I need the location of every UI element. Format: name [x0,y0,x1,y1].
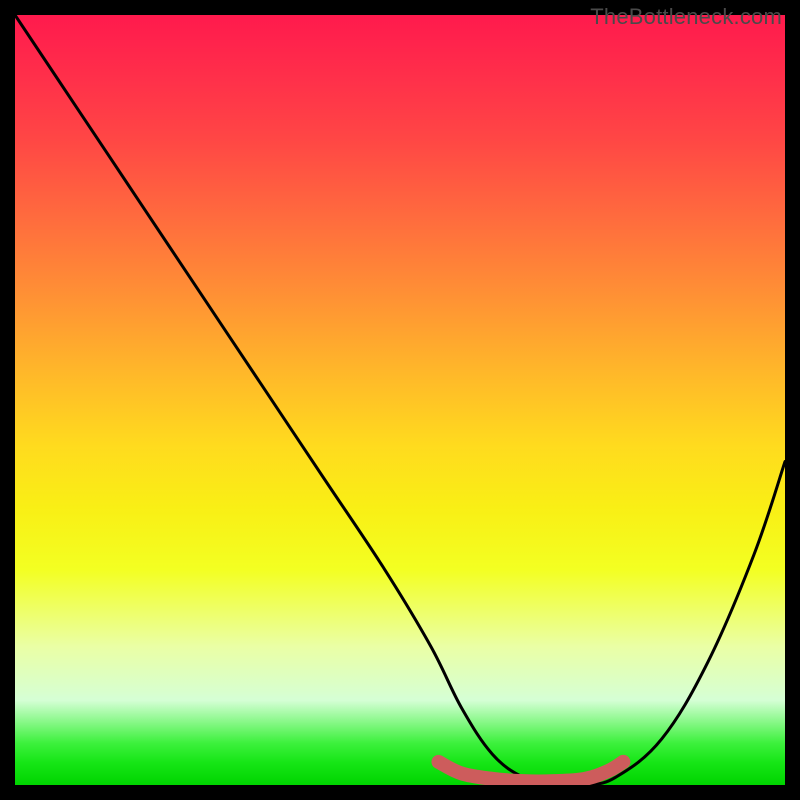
bottleneck-curve [15,15,785,785]
chart-svg [15,15,785,785]
highlight-point [616,755,630,769]
plot-area [15,15,785,785]
optimal-range-band [439,762,624,782]
chart-frame: TheBottleneck.com [0,0,800,800]
watermark-text: TheBottleneck.com [590,4,782,30]
